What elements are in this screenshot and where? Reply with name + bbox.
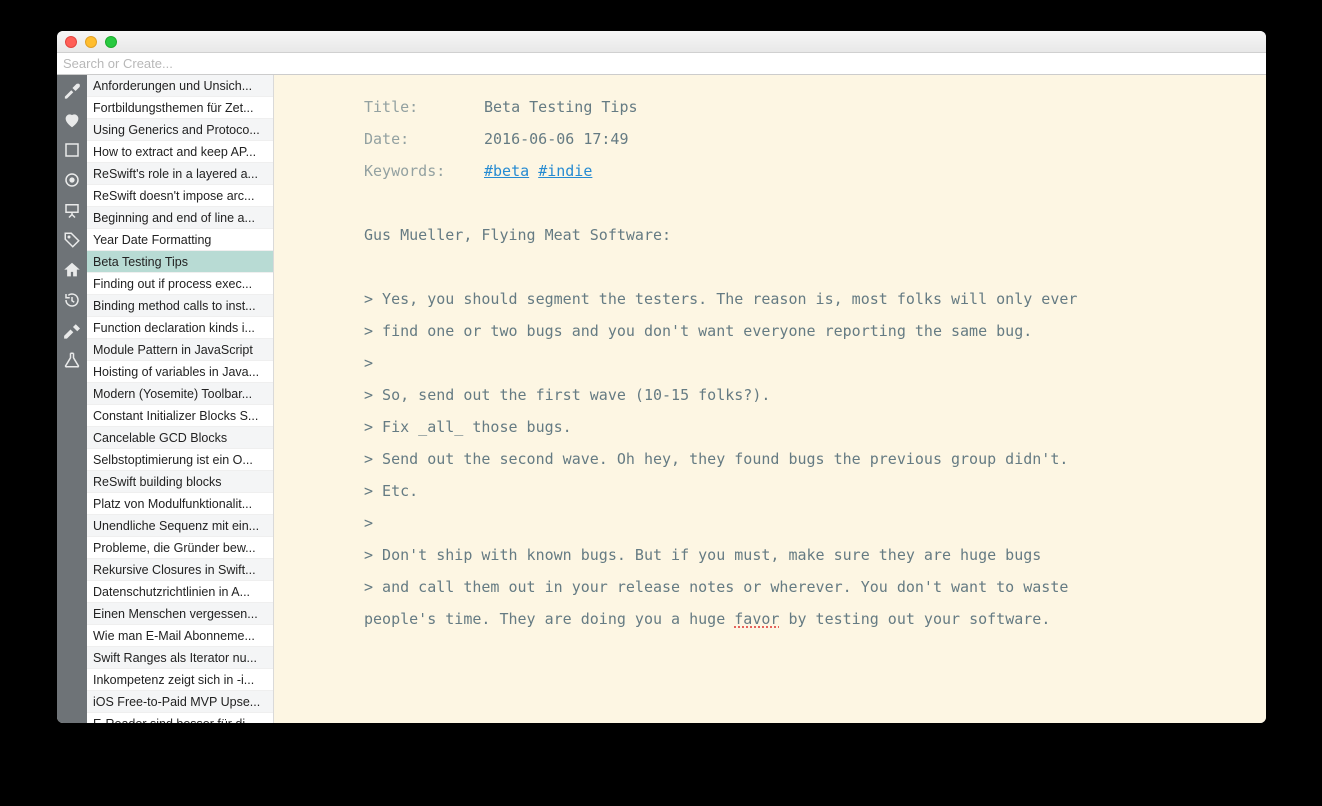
list-item[interactable]: Wie man E-Mail Abonneme...	[87, 625, 273, 647]
list-item[interactable]: Einen Menschen vergessen...	[87, 603, 273, 625]
list-item[interactable]: Using Generics and Protoco...	[87, 119, 273, 141]
list-item[interactable]: Fortbildungsthemen für Zet...	[87, 97, 273, 119]
meta-keywords-row: Keywords: #beta #indie	[364, 155, 1244, 187]
meta-title-value: Beta Testing Tips	[484, 91, 638, 123]
easel-icon[interactable]	[61, 199, 83, 221]
list-item[interactable]: E-Reader sind besser für di...	[87, 713, 273, 723]
tag-icon[interactable]	[61, 229, 83, 251]
meta-title-label: Title:	[364, 91, 484, 123]
list-item[interactable]: Datenschutzrichtlinien in A...	[87, 581, 273, 603]
maximize-icon[interactable]	[105, 36, 117, 48]
heart-icon[interactable]	[61, 109, 83, 131]
book-icon[interactable]	[61, 139, 83, 161]
window-body: Anforderungen und Unsich...Fortbildungst…	[57, 75, 1266, 723]
meta-title-row: Title: Beta Testing Tips	[364, 91, 1244, 123]
note-editor[interactable]: Title: Beta Testing Tips Date: 2016-06-0…	[274, 75, 1266, 723]
meta-date-row: Date: 2016-06-06 17:49	[364, 123, 1244, 155]
note-body[interactable]: Gus Mueller, Flying Meat Software: > Yes…	[364, 219, 1244, 635]
wrench-icon[interactable]	[61, 79, 83, 101]
hammer-icon[interactable]	[61, 319, 83, 341]
minimize-icon[interactable]	[85, 36, 97, 48]
list-item[interactable]: Function declaration kinds i...	[87, 317, 273, 339]
keyword-tag[interactable]: #beta	[484, 162, 529, 180]
search-input[interactable]	[57, 53, 1266, 74]
meta-keywords-value: #beta #indie	[484, 155, 592, 187]
meta-date-value: 2016-06-06 17:49	[484, 123, 629, 155]
list-item[interactable]: Probleme, die Gründer bew...	[87, 537, 273, 559]
close-icon[interactable]	[65, 36, 77, 48]
list-item[interactable]: ReSwift's role in a layered a...	[87, 163, 273, 185]
list-item[interactable]: Modern (Yosemite) Toolbar...	[87, 383, 273, 405]
note-list[interactable]: Anforderungen und Unsich...Fortbildungst…	[87, 75, 274, 723]
meta-keywords-label: Keywords:	[364, 155, 484, 187]
list-item[interactable]: Binding method calls to inst...	[87, 295, 273, 317]
list-item[interactable]: Finding out if process exec...	[87, 273, 273, 295]
meta-date-label: Date:	[364, 123, 484, 155]
list-item[interactable]: Constant Initializer Blocks S...	[87, 405, 273, 427]
home-icon[interactable]	[61, 259, 83, 281]
flask-icon[interactable]	[61, 349, 83, 371]
tool-strip	[57, 75, 87, 723]
list-item[interactable]: Rekursive Closures in Swift...	[87, 559, 273, 581]
list-item[interactable]: Cancelable GCD Blocks	[87, 427, 273, 449]
list-item[interactable]: ReSwift doesn't impose arc...	[87, 185, 273, 207]
target-icon[interactable]	[61, 169, 83, 191]
list-item[interactable]: Inkompetenz zeigt sich in -i...	[87, 669, 273, 691]
app-window: Anforderungen und Unsich...Fortbildungst…	[57, 31, 1266, 723]
list-item[interactable]: Swift Ranges als Iterator nu...	[87, 647, 273, 669]
keyword-tag[interactable]: #indie	[538, 162, 592, 180]
titlebar[interactable]	[57, 31, 1266, 53]
list-item[interactable]: iOS Free-to-Paid MVP Upse...	[87, 691, 273, 713]
list-item[interactable]: Beta Testing Tips	[87, 251, 273, 273]
list-item[interactable]: Beginning and end of line a...	[87, 207, 273, 229]
list-item[interactable]: Hoisting of variables in Java...	[87, 361, 273, 383]
list-item[interactable]: Module Pattern in JavaScript	[87, 339, 273, 361]
list-item[interactable]: ReSwift building blocks	[87, 471, 273, 493]
list-item[interactable]: Anforderungen und Unsich...	[87, 75, 273, 97]
list-item[interactable]: Selbstoptimierung ist ein O...	[87, 449, 273, 471]
list-item[interactable]: How to extract and keep AP...	[87, 141, 273, 163]
list-item[interactable]: Year Date Formatting	[87, 229, 273, 251]
list-item[interactable]: Unendliche Sequenz mit ein...	[87, 515, 273, 537]
search-bar	[57, 53, 1266, 75]
list-item[interactable]: Platz von Modulfunktionalit...	[87, 493, 273, 515]
history-icon[interactable]	[61, 289, 83, 311]
